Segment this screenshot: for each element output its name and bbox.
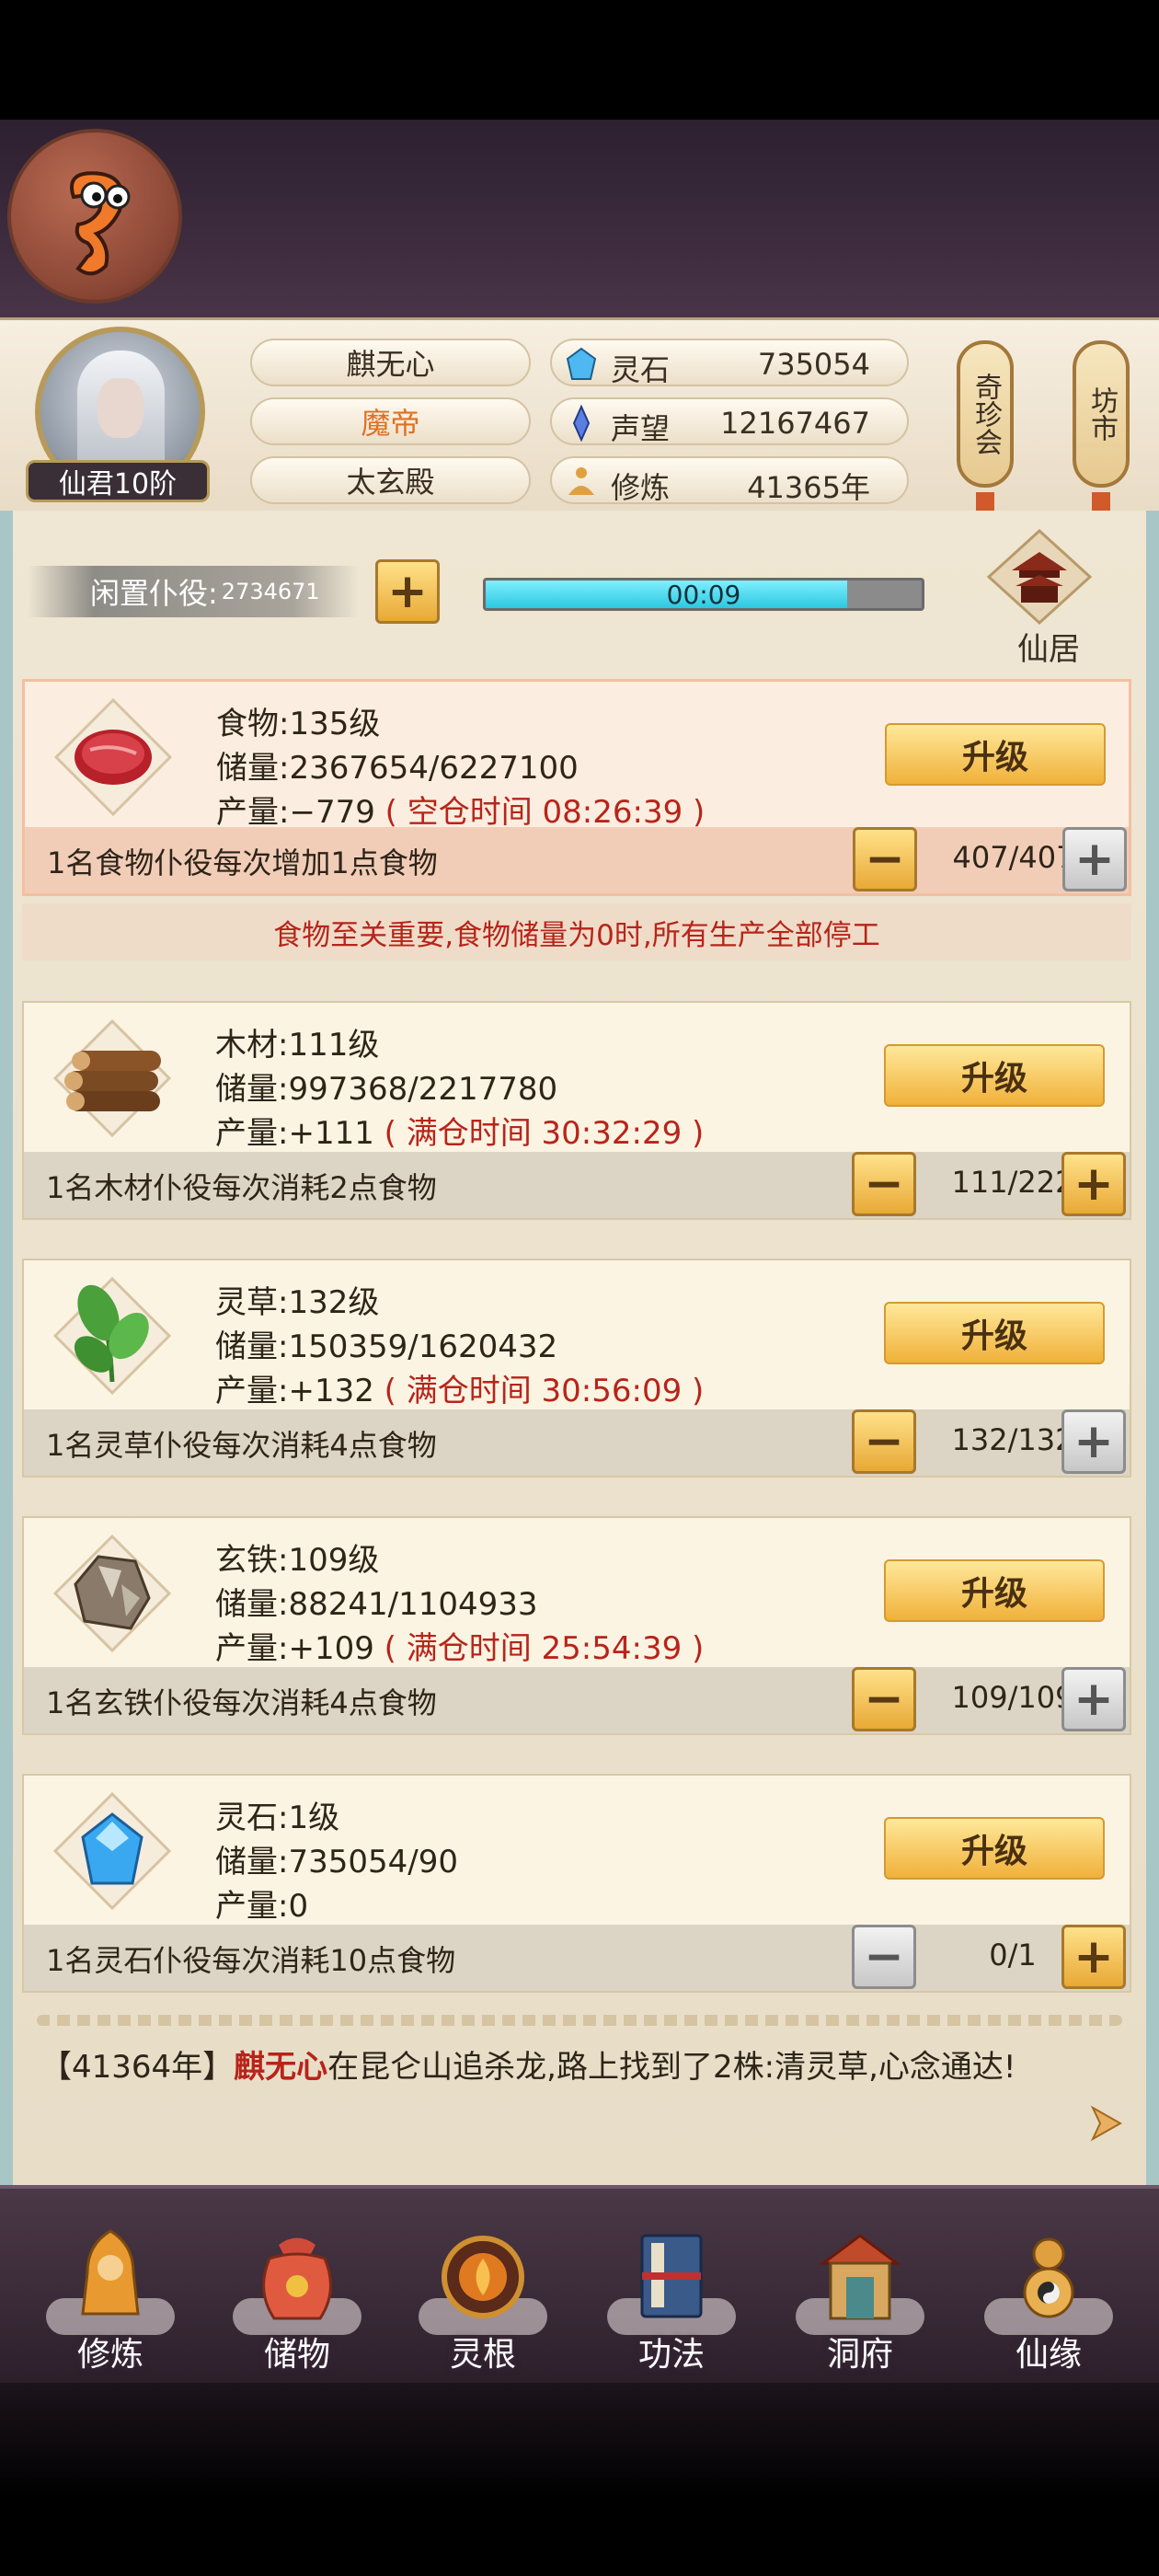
cartoon-mascot-icon [70,171,131,276]
iron-ore-icon [52,1534,172,1653]
add-servant-button[interactable]: + [1061,1925,1126,1989]
resource-output: 产量:+111 ( 满仓时间 30:32:29 ) [215,1115,705,1152]
resource-card-wood: 木材:111级储量:997368/2217780 产量:+111 ( 满仓时间 3… [22,1001,1131,1220]
fame-icon [572,405,591,442]
resource-storage: 储量:735054/90 [215,1844,458,1880]
nav-label: 储物 [263,2336,330,2374]
resource-output: 产量:0 [215,1888,309,1925]
resource-card-iron: 玄铁:109级储量:88241/1104933 产量:+109 ( 满仓时间 25… [22,1516,1131,1735]
avatar-face [98,378,143,438]
upgrade-button[interactable]: 升级 [884,1044,1105,1107]
servant-row: 1名食物仆役每次增加1点食物 −407/407 + [25,827,1129,893]
nav-label: 仙缘 [1015,2336,1082,2374]
resource-storage: 储量:2367654/6227100 [216,750,579,787]
player-name: 麒无心 [250,339,531,386]
servant-row: 1名灵石仆役每次消耗10点食物 −0/1 + [24,1925,1130,1991]
pavilion-icon[interactable] [984,529,1095,626]
nav-label: 灵根 [449,2336,516,2374]
ornament-divider [37,2015,1122,2026]
resource-level: 玄铁:109级 [215,1542,380,1579]
spirit-root-icon [442,2236,524,2318]
nav-label: 修炼 [76,2336,143,2374]
servant-description: 1名灵石仆役每次消耗10点食物 [46,1943,456,1978]
event-log: 【41364年】麒无心在昆仑山追杀龙,路上找到了2株:清灵草,心念通达! [40,2049,1016,2086]
nav-item-cultivate[interactable]: 修炼 [41,2226,179,2374]
nav-item-technique-book[interactable]: 功法 [602,2226,740,2374]
nav-item-storage-bag[interactable]: 储物 [228,2226,366,2374]
add-servant-button[interactable]: + [1061,1667,1126,1731]
servant-description: 1名灵草仆役每次消耗4点食物 [46,1428,437,1463]
nav-label: 洞府 [826,2336,893,2374]
resource-card-herb: 灵草:132级储量:150359/1620432 产量:+132 ( 满仓时间 3… [22,1259,1131,1478]
fangshi-button[interactable]: 坊市 [1073,340,1130,488]
servant-row: 1名灵草仆役每次消耗4点食物 −132/132 + [24,1409,1130,1476]
remove-servant-button[interactable]: − [852,1152,916,1216]
remove-servant-button[interactable]: − [852,1409,916,1474]
cave-dwelling-icon [819,2234,901,2320]
servant-description: 1名木材仆役每次消耗2点食物 [46,1170,437,1205]
meat-icon [53,697,173,817]
resource-card-food: 食物:135级储量:2367654/6227100 产量:−779 ( 空仓时间 … [22,679,1131,896]
remove-servant-button[interactable]: − [852,1925,916,1989]
log-expand-arrow-icon[interactable] [1084,2100,1130,2146]
upgrade-button[interactable]: 升级 [884,1817,1105,1880]
resource-card-stone: 灵石:1级储量:735054/90 产量:0 升级 1名灵石仆役每次消耗10点食物 −… [22,1774,1131,1993]
add-servant-button[interactable]: + [1061,1409,1126,1474]
resource-level: 食物:135级 [216,706,381,742]
idle-servants: 闲置仆役: 2734671 [28,566,359,617]
storage-bag-icon [262,2237,332,2320]
spirit-stone-icon [566,347,597,380]
game-logo-avatar[interactable] [7,129,182,304]
food-notice: 食物至关重要,食物储量为0时,所有生产全部停工 [22,903,1131,960]
upgrade-button[interactable]: 升级 [884,1302,1105,1364]
resource-output: 产量:+109 ( 满仓时间 25:54:39 ) [215,1630,705,1667]
production-timer-bar: 00:09 [483,578,924,611]
servant-description: 1名玄铁仆役每次消耗4点食物 [46,1685,437,1720]
resource-storage: 储量:997368/2217780 [215,1071,558,1108]
upgrade-button[interactable]: 升级 [884,1559,1105,1622]
player-sect: 太玄殿 [250,456,531,504]
qizhenhui-button[interactable]: 奇珍会 [957,340,1014,488]
resource-level: 木材:111级 [215,1027,380,1064]
add-servant-button[interactable]: + [375,559,440,624]
nav-item-cave-dwelling[interactable]: 洞府 [791,2226,929,2374]
add-servant-button[interactable]: + [1062,827,1127,891]
herb-leaf-icon [52,1276,172,1396]
wood-logs-icon [52,1018,172,1138]
servant-row: 1名玄铁仆役每次消耗4点食物 −109/109 + [24,1667,1130,1733]
resource-spirit-stone: 灵石 735054 [550,339,909,387]
add-servant-button[interactable]: + [1061,1152,1126,1216]
rank-badge: 仙君10阶 [26,460,210,502]
resource-storage: 储量:88241/1104933 [215,1586,538,1623]
resource-level: 灵草:132级 [215,1284,380,1321]
remove-servant-button[interactable]: − [852,1667,916,1731]
servant-row: 1名木材仆役每次消耗2点食物 −111/222 + [24,1152,1130,1218]
resource-fame: 声望 12167467 [550,397,909,446]
resource-cultivation: 修炼 41365年 [550,456,909,505]
meditation-icon [568,467,594,495]
resource-output: 产量:−779 ( 空仓时间 08:26:39 ) [216,794,706,831]
resource-storage: 储量:150359/1620432 [215,1328,558,1365]
spirit-crystal-icon [52,1791,172,1911]
fate-gourd-icon [1023,2237,1074,2318]
xianju-label[interactable]: 仙居 [975,624,1122,669]
player-title: 魔帝 [250,397,531,445]
bottom-bar-area [0,2383,1159,2576]
cultivate-icon [81,2229,140,2316]
upgrade-button[interactable]: 升级 [885,723,1106,786]
nav-item-spirit-root[interactable]: 灵根 [414,2226,552,2374]
technique-book-icon [640,2234,703,2318]
remove-servant-button[interactable]: − [853,827,917,891]
resource-output: 产量:+132 ( 满仓时间 30:56:09 ) [215,1373,705,1409]
status-bar-area [0,0,1159,120]
nav-label: 功法 [637,2336,705,2374]
servant-description: 1名食物仆役每次增加1点食物 [47,845,438,880]
resource-level: 灵石:1级 [215,1800,340,1836]
nav-item-fate-gourd[interactable]: 仙缘 [980,2226,1118,2374]
